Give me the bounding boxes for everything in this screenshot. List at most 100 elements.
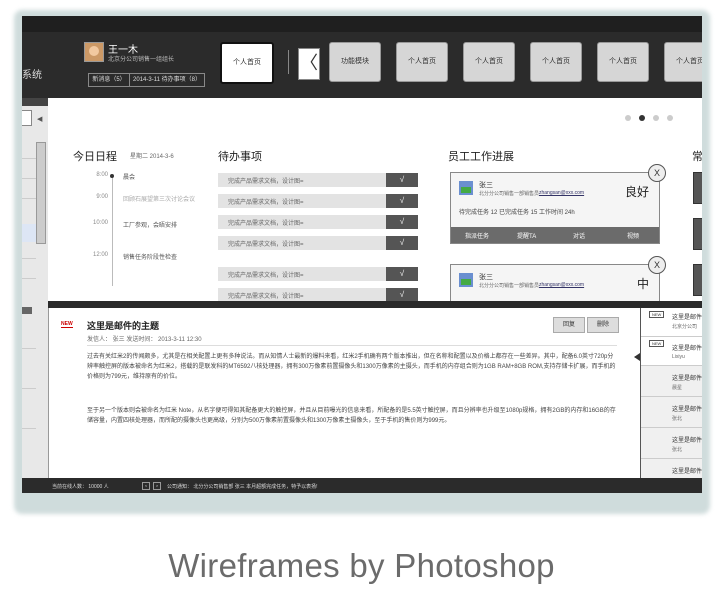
todo-check-button[interactable]: √ — [386, 215, 418, 229]
reply-button[interactable]: 回复 — [553, 317, 585, 333]
carousel-dot[interactable] — [653, 115, 659, 121]
sidebar-row — [22, 278, 36, 279]
sidebar-row — [22, 388, 36, 389]
todo-item-text: 完成产品需求文档，设计图= — [228, 273, 304, 279]
tab-personal-home[interactable]: 个人首页 — [396, 42, 448, 82]
shortcut-tile[interactable] — [693, 264, 702, 296]
carousel-dot[interactable] — [667, 115, 673, 121]
tab-personal-home[interactable]: 个人首页 — [597, 42, 649, 82]
todo-check-button[interactable]: √ — [386, 267, 418, 281]
todo-pill[interactable]: 2014-3-11 待办事项（8） — [129, 73, 205, 87]
todo-item-text: 完成产品需求文档，设计图= — [228, 294, 304, 300]
video-button[interactable]: 视频 — [627, 231, 639, 240]
caption: Wireframes by Photoshop — [168, 547, 555, 584]
sidebar-row — [22, 178, 36, 179]
mail-list-title: 这里是邮件 — [672, 438, 702, 444]
mail-list-item[interactable]: 这里是邮件 张北 — [641, 428, 702, 459]
todo-check-button[interactable]: √ — [386, 288, 418, 301]
pane-divider[interactable] — [48, 301, 702, 308]
tab-personal-home-active[interactable]: 个人首页 — [220, 42, 274, 84]
collapse-arrow-icon[interactable]: ◀ — [37, 115, 42, 123]
notice-next-button[interactable]: > — [153, 482, 161, 490]
todo-check-button[interactable]: √ — [386, 173, 418, 187]
sidebar-search-box[interactable] — [22, 110, 32, 126]
carousel-dots[interactable] — [625, 108, 681, 126]
mail-separator — [87, 345, 617, 346]
employee-email[interactable]: zhangsan@xxx.com — [539, 190, 584, 196]
new-badge: NEW — [649, 340, 665, 347]
notice-prev-button[interactable]: < — [142, 482, 150, 490]
todo-item[interactable]: 完成产品需求文档，设计图= √ — [218, 173, 418, 187]
close-card-icon[interactable]: X — [648, 164, 666, 182]
employee-actions: 指派任务 提醒TA 对话 视频 — [451, 227, 659, 243]
tab-personal-home[interactable]: 个人首页 — [530, 42, 582, 82]
tab-function-module[interactable]: 功能模块 — [329, 42, 381, 82]
mail-list-item[interactable]: 这里是邮件 晨星 — [641, 366, 702, 397]
dashboard-panel: 今日日程 星期二 2014-3-6 8:00 晨会 9:00 回顾石展望第三次讨… — [48, 98, 702, 301]
avatar-face-icon — [89, 46, 99, 56]
todo-title: 待办事项 — [218, 151, 262, 163]
timeline-event[interactable]: 工厂参观，会晤安排 — [123, 220, 177, 229]
todo-item[interactable]: 完成产品需求文档，设计图= √ — [218, 236, 418, 250]
mail-subject: 这里是邮件的主题 — [87, 321, 160, 331]
mail-list-item[interactable]: 这里是邮件 — [641, 459, 702, 478]
todo-item-text: 完成产品需求文档，设计图= — [228, 179, 304, 185]
employee-avatar — [459, 273, 473, 287]
mail-meta: 发信人： 张三 发送时间： 2013-3-11 12:30 — [87, 337, 202, 343]
tab-back-button[interactable]: 〈 — [298, 48, 320, 80]
carousel-dot-active[interactable] — [639, 115, 645, 121]
sidebar-header — [22, 98, 48, 106]
new-badge: NEW — [649, 311, 665, 318]
remind-button[interactable]: 提醒TA — [517, 231, 536, 240]
status-bar: 当前在线人数： 10000 人 < > 公司通知： 北分分公司销售部 张三 本月… — [22, 478, 702, 493]
sidebar-row — [22, 198, 36, 199]
timeline-dot — [110, 174, 114, 178]
sidebar-scrollbar[interactable] — [36, 142, 46, 244]
mail-list-from: 张北 — [672, 447, 683, 453]
timeline-event[interactable]: 晨会 — [123, 172, 135, 181]
online-count: 当前在线人数： 10000 人 — [52, 484, 109, 490]
timeline-event[interactable]: 销售任务阶段性检查 — [123, 252, 177, 261]
progress-title: 员工工作进展 — [448, 151, 514, 163]
company-notice: 公司通知： 北分分公司销售部 张三 本月超额完成任务，特予以表扬! — [167, 484, 318, 490]
sidebar-list-icon[interactable] — [22, 307, 32, 314]
todo-item[interactable]: 完成产品需求文档，设计图= √ — [218, 267, 418, 281]
timeline-line — [112, 176, 113, 286]
user-avatar[interactable] — [84, 42, 104, 62]
timeline-event[interactable]: 回顾石展望第三次讨论会议 — [123, 194, 195, 203]
mail-list-item[interactable]: NEW 这里是邮件的 北京分公司 — [641, 308, 702, 337]
mail-list-item[interactable]: NEW 这里是邮件的 Lixiyu — [641, 337, 702, 366]
todo-item[interactable]: 完成产品需求文档，设计图= √ — [218, 194, 418, 208]
todo-check-button[interactable]: √ — [386, 194, 418, 208]
mail-list-title: 这里是邮件 — [672, 407, 702, 413]
todo-check-button[interactable]: √ — [386, 236, 418, 250]
carousel-dot[interactable] — [625, 115, 631, 121]
sidebar-row — [22, 348, 36, 349]
tab-separator — [288, 50, 289, 74]
schedule-date: 星期二 2014-3-6 — [130, 154, 174, 160]
assign-task-button[interactable]: 指派任务 — [465, 231, 489, 240]
mail-list-title: 这里是邮件的 — [672, 346, 702, 352]
mail-list-from: 张北 — [672, 416, 683, 422]
delete-button[interactable]: 删除 — [587, 317, 619, 333]
todo-item[interactable]: 完成产品需求文档，设计图= √ — [218, 288, 418, 301]
chat-button[interactable]: 对话 — [573, 231, 585, 240]
shortcut-tile[interactable] — [693, 218, 702, 250]
close-card-icon[interactable]: X — [648, 256, 666, 274]
todo-item[interactable]: 完成产品需求文档，设计图= √ — [218, 215, 418, 229]
mail-list-item[interactable]: 这里是邮件 张北 — [641, 397, 702, 428]
mail-list-from: 晨星 — [672, 385, 683, 391]
mail-list-title: 这里是邮件的 — [672, 315, 702, 321]
employee-dept: 北分分公司销售一部销售员 — [479, 283, 540, 289]
top-bar: 系统 王一木 北京分公司销售一组组长 新消息（5） 2014-3-11 待办事项… — [22, 16, 702, 98]
employee-dept: 北分分公司销售一部销售员 — [479, 191, 540, 197]
mail-list: NEW 这里是邮件的 北京分公司 NEW 这里是邮件的 Lixiyu 这里是邮件… — [640, 308, 702, 478]
sidebar-item-selected[interactable] — [22, 224, 36, 242]
employee-email[interactable]: zhangsan@xxx.com — [539, 282, 584, 288]
news-pill[interactable]: 新消息（5） — [88, 73, 130, 87]
timeline-time: 10:00 — [92, 220, 108, 226]
tab-personal-home[interactable]: 个人首页 — [664, 42, 702, 82]
employee-name: 张三 — [479, 182, 493, 189]
shortcut-tile[interactable] — [693, 172, 702, 204]
tab-personal-home[interactable]: 个人首页 — [463, 42, 515, 82]
